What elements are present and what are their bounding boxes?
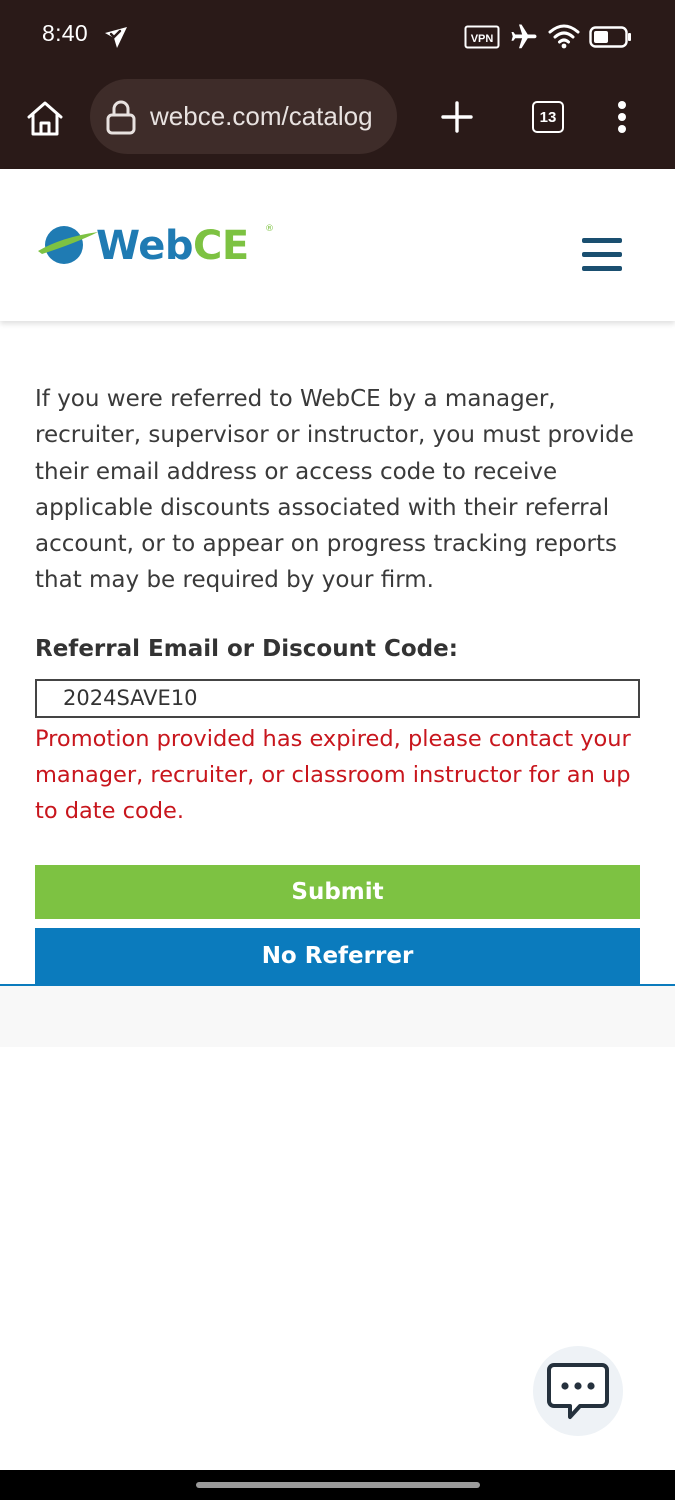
- browser-toolbar: webce.com/catalog 13: [0, 72, 675, 169]
- globe-icon: [38, 226, 98, 264]
- home-icon: [27, 101, 63, 136]
- address-bar[interactable]: webce.com/catalog: [90, 79, 397, 154]
- url-text: webce.com/catalog: [150, 101, 373, 131]
- new-tab-button[interactable]: [436, 96, 478, 138]
- wifi-icon: [548, 22, 580, 54]
- referral-instructions: If you were referred to WebCE by a manag…: [35, 386, 634, 594]
- referral-field-label: Referral Email or Discount Code:: [35, 636, 458, 662]
- registered-mark: ®: [265, 224, 274, 234]
- lock-icon: [105, 99, 137, 139]
- footer-band: [0, 986, 675, 1047]
- battery-icon: [589, 26, 633, 52]
- chat-bubble-icon: [547, 1363, 609, 1419]
- submit-button[interactable]: Submit: [35, 865, 640, 919]
- status-bar: 8:40 VPN: [0, 0, 675, 72]
- location-check-icon: [102, 24, 130, 54]
- vpn-icon: VPN: [464, 25, 500, 53]
- webce-logo[interactable]: WebCE ®: [36, 221, 281, 271]
- referral-code-input[interactable]: 2024SAVE10: [35, 679, 640, 718]
- no-referrer-button[interactable]: No Referrer: [35, 928, 640, 984]
- system-nav-bar: [0, 1470, 675, 1500]
- chat-button[interactable]: [533, 1346, 623, 1436]
- hamburger-menu-icon[interactable]: [582, 238, 622, 272]
- logo-wordmark: WebCE: [96, 223, 249, 269]
- home-gesture-handle[interactable]: [196, 1482, 480, 1488]
- vpn-label: VPN: [471, 33, 494, 45]
- tabs-icon: 13: [532, 101, 564, 133]
- status-time: 8:40: [42, 20, 88, 46]
- airplane-icon: [509, 22, 539, 56]
- new-tab-icon: [441, 101, 473, 133]
- tabs-button[interactable]: 13: [527, 96, 569, 138]
- more-menu-button[interactable]: [604, 96, 640, 138]
- site-header: WebCE ®: [0, 169, 675, 321]
- promotion-error-message: Promotion provided has expired, please c…: [35, 726, 631, 824]
- more-menu-icon: [618, 101, 626, 133]
- home-button[interactable]: [22, 96, 68, 142]
